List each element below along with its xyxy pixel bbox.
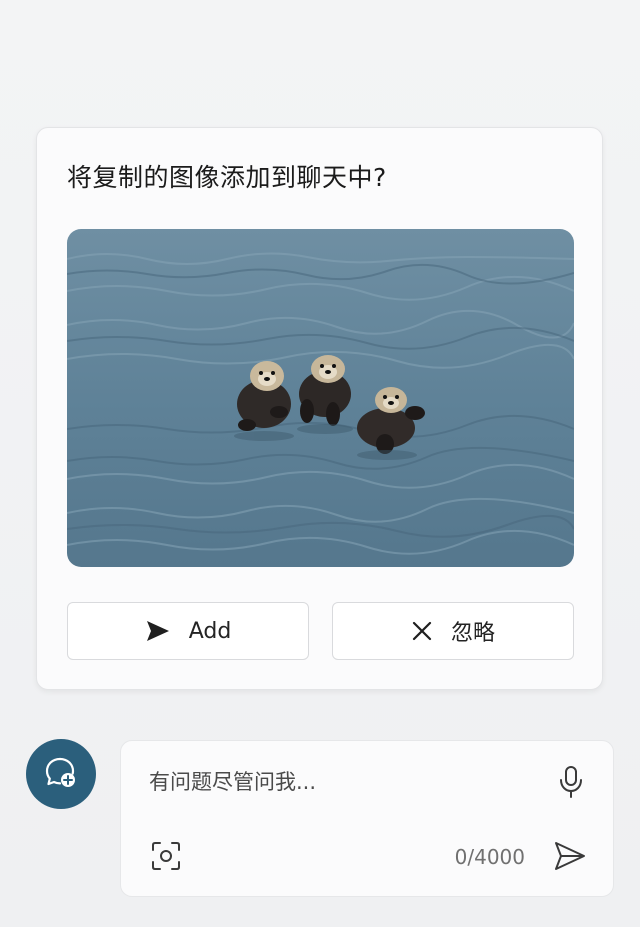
add-button[interactable]: Add [67,602,309,660]
character-counter: 0/4000 [454,845,525,869]
send-arrow-icon [145,619,171,643]
pasted-image-preview [67,229,574,567]
new-chat-button[interactable] [26,739,96,809]
dialog-title: 将复制的图像添加到聊天中? [67,163,387,192]
add-button-label: Add [188,618,232,644]
paste-image-dialog: 将复制的图像添加到聊天中? Add 忽略 [36,127,603,690]
microphone-icon[interactable] [557,765,585,799]
screenshot-capture-icon[interactable] [151,841,181,871]
close-icon [411,620,433,642]
ignore-button[interactable]: 忽略 [332,602,574,660]
chat-input[interactable] [149,765,529,799]
copilot-chat-pane: 将复制的图像添加到聊天中? Add 忽略 有问题尽管问我... 0/4000 [0,0,640,927]
send-icon[interactable] [553,839,587,873]
chat-composer: 0/4000 [120,740,614,897]
otters-image [67,229,574,567]
new-chat-icon [44,755,78,793]
ignore-button-label: 忽略 [450,621,495,646]
